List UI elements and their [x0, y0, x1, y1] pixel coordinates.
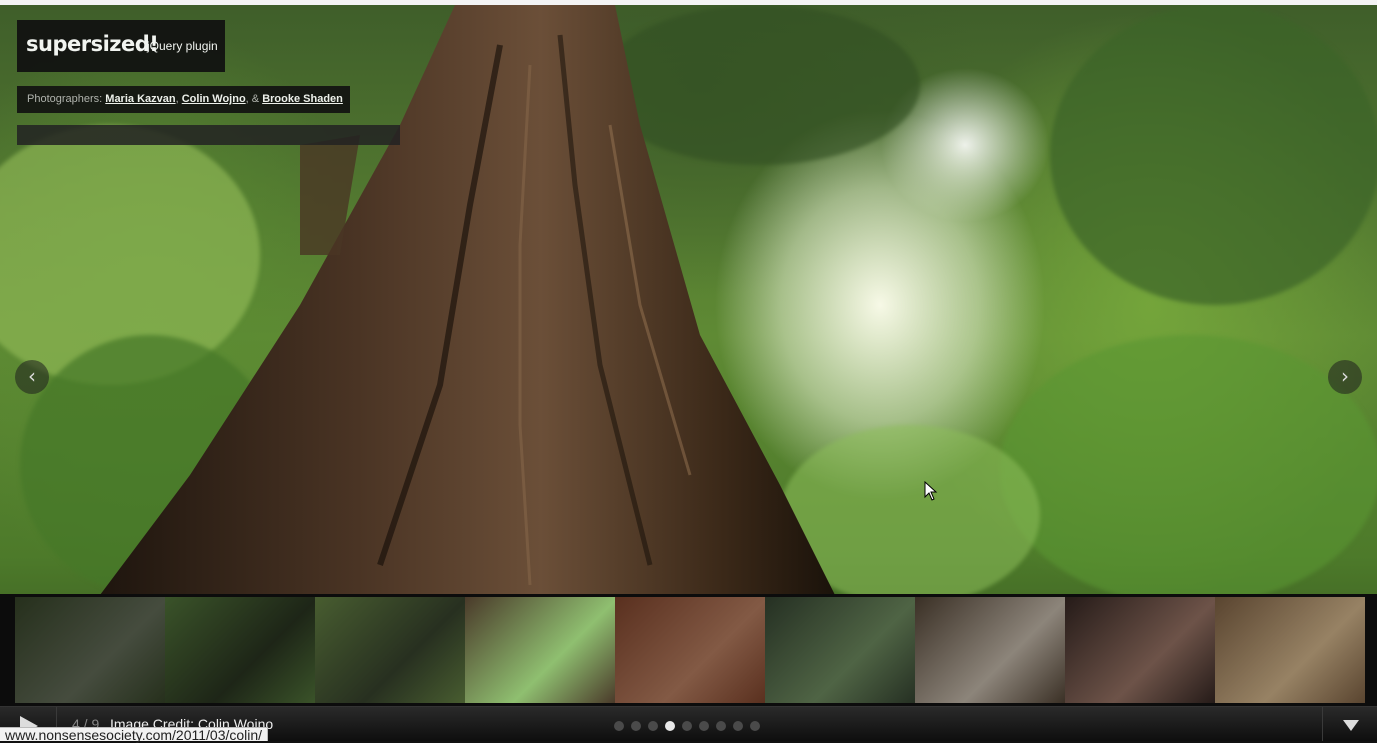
- logo[interactable]: supersized! jQuery plugin: [17, 20, 225, 72]
- slide-dot-3[interactable]: [648, 721, 658, 731]
- slide-progress-bar: [17, 125, 400, 145]
- thumbnail-6[interactable]: [765, 597, 915, 703]
- slide-dot-4[interactable]: [665, 721, 675, 731]
- thumbnail-list: [15, 597, 1365, 703]
- slide-dot-9[interactable]: [750, 721, 760, 731]
- thumbnail-8[interactable]: [1065, 597, 1215, 703]
- next-slide-button[interactable]: ›: [1328, 360, 1362, 394]
- separator: , &: [245, 93, 260, 105]
- mouse-cursor-icon: [924, 481, 938, 501]
- separator: ,: [175, 93, 179, 105]
- slide-dot-7[interactable]: [716, 721, 726, 731]
- slide-dot-5[interactable]: [682, 721, 692, 731]
- slide-dot-6[interactable]: [699, 721, 709, 731]
- slide-dot-2[interactable]: [631, 721, 641, 731]
- chevron-right-icon: ›: [1341, 364, 1349, 388]
- logo-text: supersized!: [26, 32, 159, 56]
- browser-status-bar: www.nonsensesociety.com/2011/03/colin/: [0, 727, 269, 743]
- thumbnail-5[interactable]: [615, 597, 765, 703]
- photographer-credits: Photographers: Maria Kazvan, Colin Wojno…: [17, 86, 350, 113]
- chevron-left-icon: ‹: [28, 364, 36, 388]
- photographer-link-brooke-shaden[interactable]: Brooke Shaden: [262, 93, 343, 105]
- photographer-link-maria-kazvan[interactable]: Maria Kazvan: [105, 93, 175, 105]
- thumbnail-tray: [0, 594, 1377, 706]
- thumbnail-7[interactable]: [915, 597, 1065, 703]
- thumbnail-9[interactable]: [1215, 597, 1365, 703]
- slide-dot-1[interactable]: [614, 721, 624, 731]
- slide-dot-8[interactable]: [733, 721, 743, 731]
- thumbnail-2[interactable]: [165, 597, 315, 703]
- tray-toggle-button[interactable]: [1322, 707, 1377, 741]
- slide-dots: [614, 721, 760, 731]
- photographer-link-colin-wojno[interactable]: Colin Wojno: [182, 93, 246, 105]
- prev-slide-button[interactable]: ‹: [15, 360, 49, 394]
- logo-subtitle: jQuery plugin: [147, 39, 218, 53]
- thumbnail-4[interactable]: [465, 597, 615, 703]
- thumbnail-3[interactable]: [315, 597, 465, 703]
- chevron-down-icon: [1343, 720, 1359, 731]
- thumbnail-1[interactable]: [15, 597, 165, 703]
- credits-prefix: Photographers:: [27, 93, 103, 105]
